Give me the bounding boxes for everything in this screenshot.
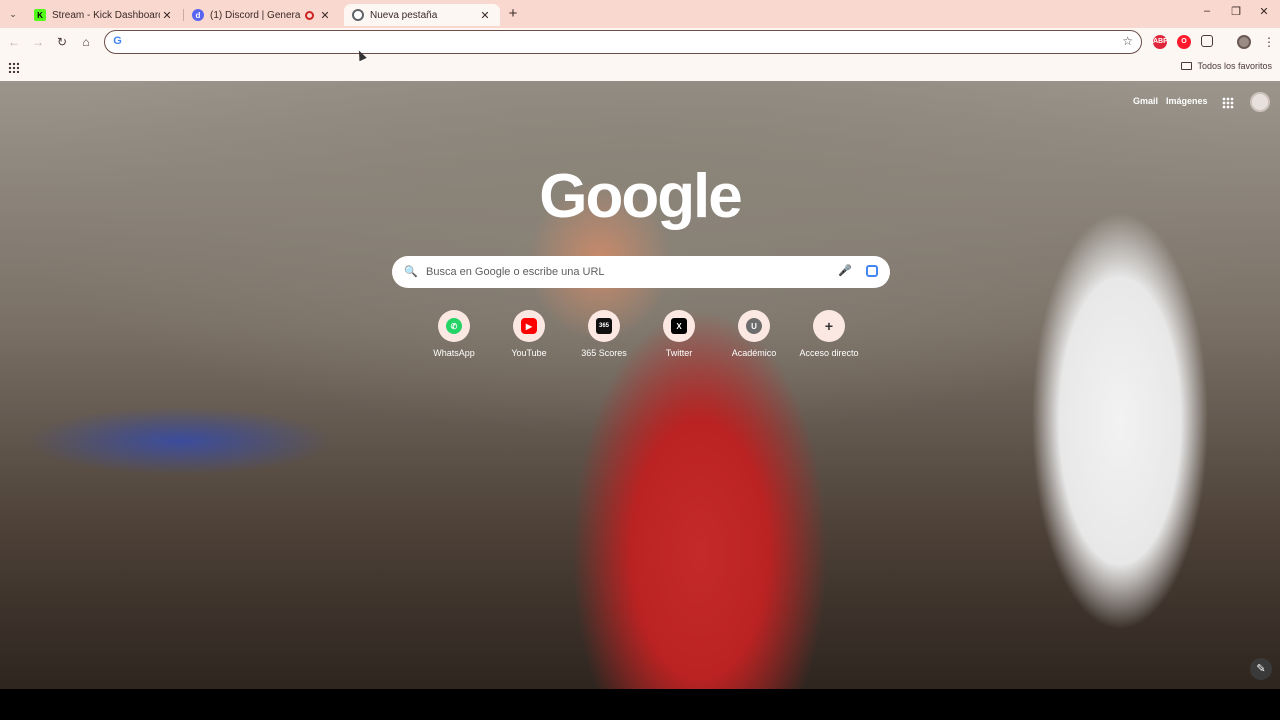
close-icon[interactable]: ✕ xyxy=(160,8,174,22)
shortcut-tile: 365 xyxy=(588,310,620,342)
bookmarks-bar: Todos los favoritos xyxy=(0,56,1280,81)
browser-toolbar: ← → ↻ ⌂ G ☆ ABP O ⋮ xyxy=(0,28,1280,56)
shortcut-academico[interactable]: U Académico xyxy=(716,310,792,358)
shortcut-twitter[interactable]: X Twitter xyxy=(641,310,717,358)
home-button[interactable]: ⌂ xyxy=(78,34,94,50)
365scores-icon: 365 xyxy=(596,318,612,334)
shortcut-label: WhatsApp xyxy=(433,348,475,358)
back-button[interactable]: ← xyxy=(6,34,22,50)
kick-icon: K xyxy=(34,9,46,21)
shortcut-tile: ▶ xyxy=(513,310,545,342)
window-close-button[interactable]: ✕ xyxy=(1252,5,1276,21)
forward-button[interactable]: → xyxy=(30,34,46,50)
gmail-link[interactable]: Gmail xyxy=(1133,96,1158,106)
new-tab-page: Gmail Imágenes Google 🔍 🎤 ✆ WhatsApp ▶ Y… xyxy=(0,81,1280,689)
tab-kick[interactable]: K Stream - Kick Dashboard ✕ xyxy=(26,4,182,26)
whatsapp-icon: ✆ xyxy=(446,318,462,334)
close-icon[interactable]: ✕ xyxy=(478,8,492,22)
microphone-icon[interactable]: 🎤 xyxy=(838,264,852,277)
account-avatar[interactable] xyxy=(1250,92,1270,112)
close-icon[interactable]: ✕ xyxy=(318,8,332,22)
minimize-button[interactable]: – xyxy=(1195,5,1219,21)
tab-title: (1) Discord | General | Mate xyxy=(210,9,301,21)
discord-icon: d xyxy=(192,9,204,21)
search-box[interactable]: 🔍 🎤 xyxy=(392,256,890,288)
shortcut-label: 365 Scores xyxy=(581,348,627,358)
google-icon: G xyxy=(113,35,122,47)
tab-search-icon[interactable]: ⌄ xyxy=(5,6,21,22)
customize-pencil-icon[interactable]: ✎ xyxy=(1250,658,1272,680)
shortcut-label: YouTube xyxy=(511,348,547,358)
shortcut-tile: U xyxy=(738,310,770,342)
address-bar[interactable]: G ☆ xyxy=(104,30,1142,54)
puzzle-icon[interactable] xyxy=(1201,35,1213,47)
recording-icon xyxy=(305,10,314,20)
u-icon: U xyxy=(746,318,762,334)
tab-title: Nueva pestaña xyxy=(370,9,438,21)
profile-avatar[interactable] xyxy=(1237,35,1251,49)
shortcut-tile: X xyxy=(663,310,695,342)
google-apps-icon[interactable] xyxy=(1222,97,1234,109)
omnibox-input[interactable] xyxy=(131,34,1111,50)
tab-discord[interactable]: d (1) Discord | General | Mate ✕ xyxy=(184,4,340,26)
google-logo: Google xyxy=(539,162,743,231)
maximize-button[interactable]: ❐ xyxy=(1224,5,1248,21)
youtube-icon: ▶ xyxy=(521,318,537,334)
google-lens-icon[interactable] xyxy=(866,265,878,277)
shortcut-tile: + xyxy=(813,310,845,342)
shortcut-label: Acceso directo xyxy=(799,348,859,358)
letterbox-bar xyxy=(0,689,1280,720)
all-favorites-button[interactable]: Todos los favoritos xyxy=(1181,61,1272,71)
chrome-icon xyxy=(352,9,364,21)
shortcut-label: Twitter xyxy=(665,348,693,358)
search-icon: 🔍 xyxy=(404,266,418,278)
add-shortcut-icon: + xyxy=(824,318,834,334)
tab-title: Stream - Kick Dashboard xyxy=(52,9,160,21)
tab-nueva-pestana[interactable]: Nueva pestaña ✕ xyxy=(344,4,500,26)
tab-strip: ⌄ K Stream - Kick Dashboard ✕ d (1) Disc… xyxy=(0,0,1280,28)
bookmark-star-icon[interactable]: ☆ xyxy=(1122,34,1133,48)
shortcut-label: Académico xyxy=(731,348,777,358)
reload-button[interactable]: ↻ xyxy=(54,34,70,50)
search-input[interactable] xyxy=(426,264,826,280)
folder-icon xyxy=(1181,62,1193,70)
new-tab-button[interactable]: + xyxy=(505,6,521,22)
shortcut-whatsapp[interactable]: ✆ WhatsApp xyxy=(416,310,492,358)
apps-grid-icon[interactable] xyxy=(8,62,19,73)
shortcut-add[interactable]: + Acceso directo xyxy=(791,310,867,358)
all-favorites-label: Todos los favoritos xyxy=(1197,61,1272,71)
menu-icon[interactable]: ⋮ xyxy=(1261,34,1277,50)
adblock-icon[interactable]: ABP xyxy=(1153,35,1168,49)
shortcut-youtube[interactable]: ▶ YouTube xyxy=(491,310,567,358)
shortcut-tile: ✆ xyxy=(438,310,470,342)
shortcut-365-scores[interactable]: 365 365 Scores xyxy=(566,310,642,358)
images-link[interactable]: Imágenes xyxy=(1166,96,1208,106)
opera-icon[interactable]: O xyxy=(1177,35,1191,49)
x-icon: X xyxy=(671,318,687,334)
